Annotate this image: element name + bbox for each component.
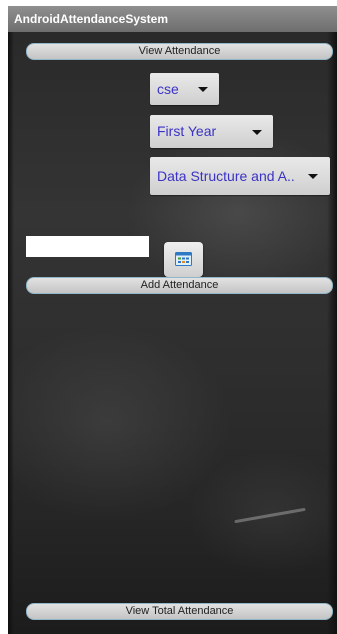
year-spinner[interactable]: First Year <box>150 115 273 148</box>
chalkboard-background: View Attendance cse First Year Data Stru… <box>8 32 337 634</box>
board-edge-right <box>327 32 337 634</box>
date-picker-button[interactable] <box>164 242 203 277</box>
subject-spinner[interactable]: Data Structure and A.. <box>150 157 330 195</box>
date-input[interactable] <box>26 236 149 257</box>
view-attendance-button[interactable]: View Attendance <box>26 43 333 60</box>
year-spinner-value: First Year <box>157 123 217 139</box>
chevron-down-icon <box>252 130 262 135</box>
chevron-down-icon <box>198 87 208 92</box>
add-attendance-button[interactable]: Add Attendance <box>26 277 333 294</box>
title-bar: AndroidAttendanceSystem <box>8 6 337 32</box>
subject-spinner-value: Data Structure and A.. <box>157 168 295 184</box>
view-total-attendance-button[interactable]: View Total Attendance <box>26 603 333 620</box>
board-edge-left <box>8 32 14 634</box>
department-spinner[interactable]: cse <box>150 73 219 105</box>
calendar-icon <box>175 252 192 266</box>
chalk-stroke <box>234 507 306 524</box>
app-window: AndroidAttendanceSystem View Attendance … <box>8 6 337 634</box>
department-spinner-value: cse <box>157 81 179 97</box>
chevron-down-icon <box>308 174 318 179</box>
